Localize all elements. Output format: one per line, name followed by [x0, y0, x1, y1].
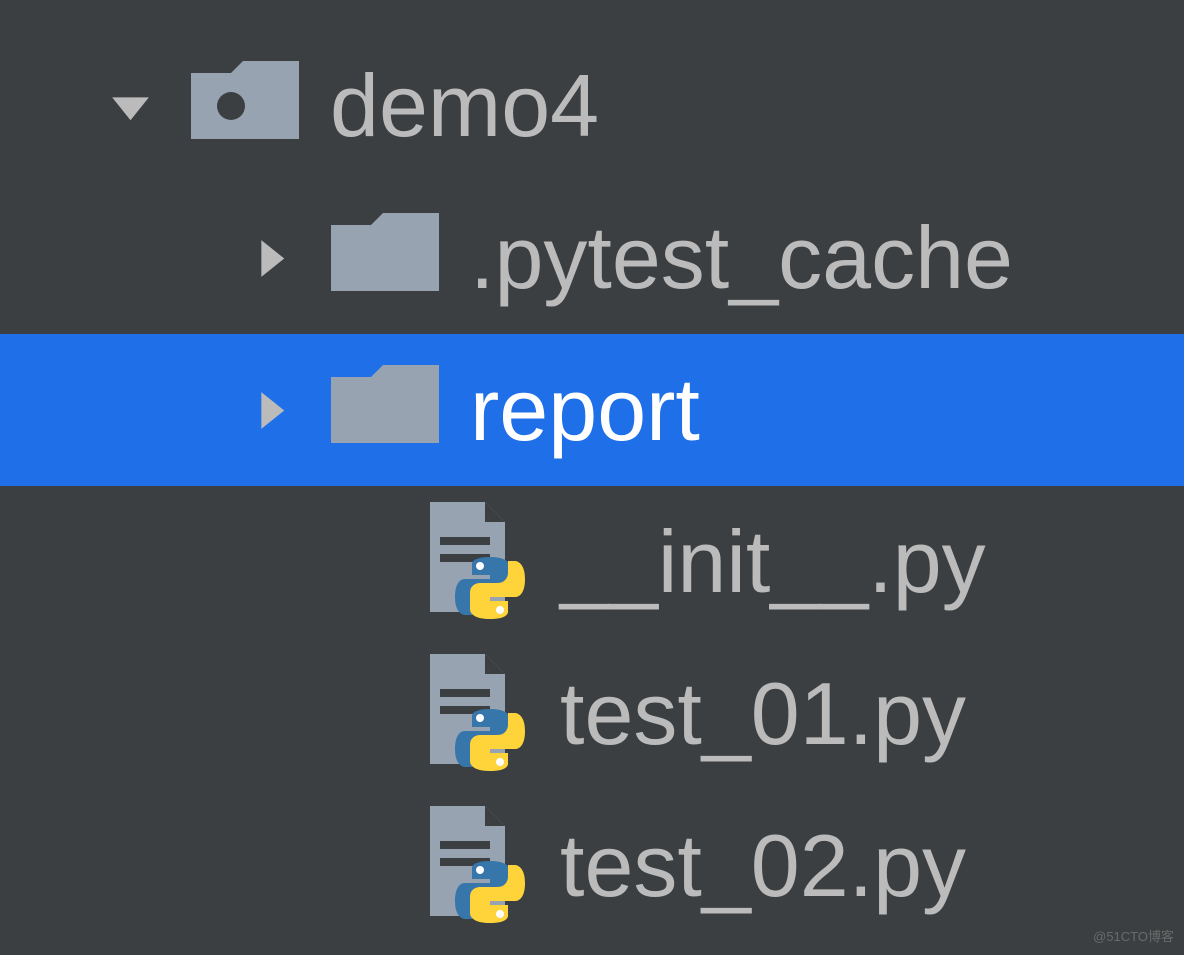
- project-tree: demo4 .pytest_cache report: [0, 0, 1184, 942]
- tree-item-label: .pytest_cache: [470, 207, 1013, 309]
- chevron-right-icon[interactable]: [240, 380, 300, 440]
- tree-item-label: report: [470, 359, 700, 461]
- tree-item-label: test_01.py: [560, 663, 966, 765]
- tree-item-folder-selected[interactable]: report: [0, 334, 1184, 486]
- tree-item-file[interactable]: test_02.py: [0, 790, 1184, 942]
- tree-item-label: demo4: [330, 55, 599, 157]
- folder-marked-icon: [190, 51, 300, 161]
- watermark: @51CTO博客: [1093, 926, 1174, 945]
- folder-icon: [330, 355, 440, 465]
- folder-icon: [330, 203, 440, 313]
- python-file-icon: [420, 659, 530, 769]
- python-file-icon: [420, 811, 530, 921]
- python-file-icon: [420, 507, 530, 617]
- tree-item-label: __init__.py: [560, 511, 986, 613]
- tree-item-label: test_02.py: [560, 815, 966, 917]
- tree-item-folder[interactable]: .pytest_cache: [0, 182, 1184, 334]
- tree-item-root[interactable]: demo4: [0, 30, 1184, 182]
- chevron-down-icon[interactable]: [100, 76, 160, 136]
- tree-item-file[interactable]: __init__.py: [0, 486, 1184, 638]
- chevron-right-icon[interactable]: [240, 228, 300, 288]
- tree-item-file[interactable]: test_01.py: [0, 638, 1184, 790]
